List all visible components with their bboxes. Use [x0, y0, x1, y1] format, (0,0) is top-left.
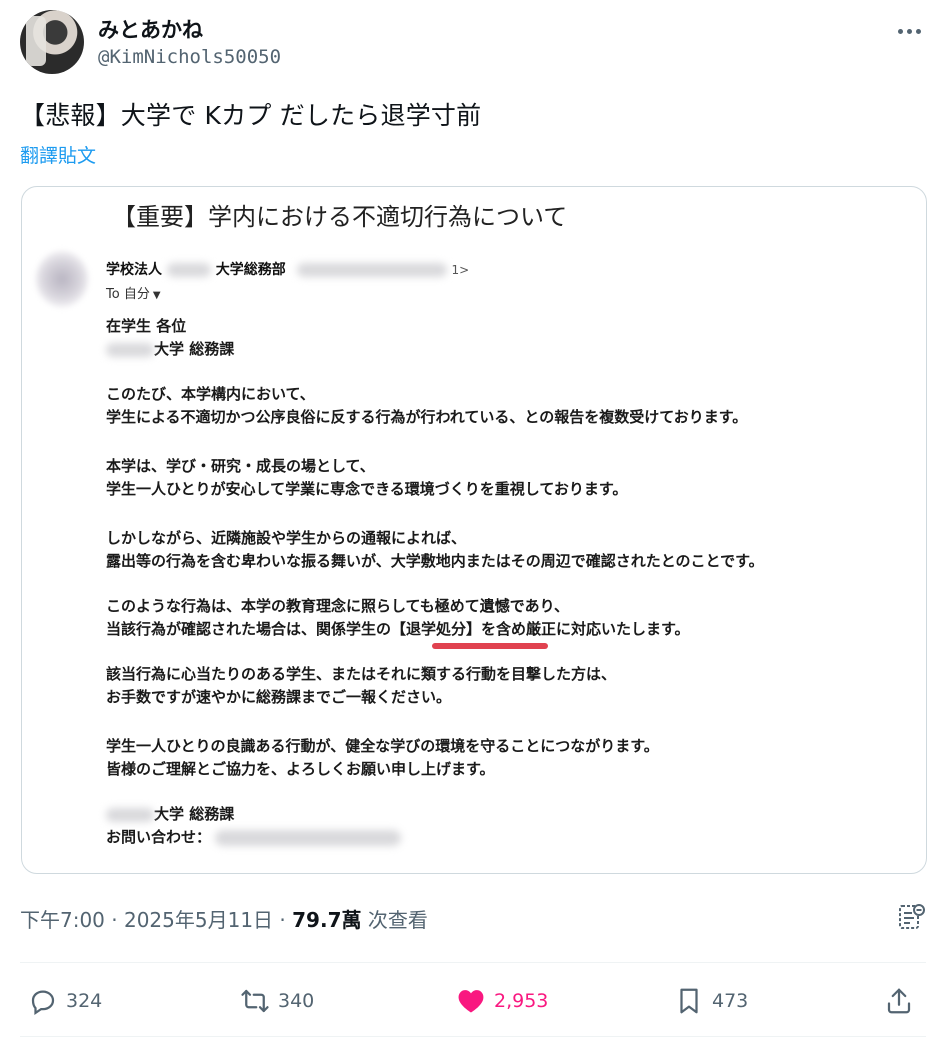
views-label: 次查看 — [361, 908, 428, 932]
email-body-line: 該当行為に心当たりのある学生、またはそれに類する行動を目撃した方は、 — [106, 665, 617, 683]
analytics-icon[interactable] — [898, 902, 926, 932]
email-body-text: 大学 総務課 — [154, 340, 235, 358]
bookmark-count: 473 — [712, 990, 749, 1012]
avatar-highlight — [26, 16, 46, 66]
translate-post-link[interactable]: 翻譯貼文 — [20, 141, 96, 168]
action-bar: 324 340 2,953 473 — [20, 980, 926, 1024]
avatar[interactable] — [20, 10, 84, 74]
email-body-line: このような行為は、本学の教育理念に照らしても極めて遺憾であり、 — [106, 597, 570, 615]
reply-button[interactable]: 324 — [28, 986, 102, 1016]
like-count: 2,953 — [494, 990, 549, 1012]
email-sender: 学校法人 大学総務部 1> — [106, 259, 469, 279]
attached-image[interactable]: 【重要】学内における不適切行為について 学校法人 大学総務部 1> To 自分 ▼… — [21, 186, 927, 874]
email-body-line: お問い合わせ： — [106, 826, 402, 847]
email-subject: 【重要】学内における不適切行為について — [112, 203, 568, 231]
tweet-meta: 下午7:00 · 2025年5月11日 · 79.7萬 次查看 — [20, 904, 428, 933]
email-body-line: 学生一人ひとりが安心して学業に専念できる環境づくりを重視しております。 — [106, 480, 628, 498]
email-body-line: 皆様のご理解とご協力を、よろしくお願い申し上げます。 — [106, 760, 495, 778]
divider — [20, 962, 926, 963]
views-count: 79.7萬 — [292, 908, 362, 932]
email-body-line: 大学 総務課 — [106, 338, 234, 359]
sender-avatar — [36, 251, 88, 307]
redacted-blur — [166, 263, 211, 277]
recipient-label: To 自分 — [106, 287, 150, 302]
more-options-button[interactable] — [894, 16, 924, 46]
email-body-line: 在学生 各位 — [106, 317, 187, 335]
red-underline-mark — [432, 643, 548, 649]
caret-down-icon: ▼ — [152, 290, 161, 301]
email-body-line: お手数ですが速やかに総務課までご一報ください。 — [106, 688, 452, 706]
more-dot-icon — [906, 28, 912, 34]
email-body-line: 学生による不適切かつ公序良俗に反する行為が行われている、との報告を複数受けており… — [106, 408, 748, 426]
sender-dept: 大学総務部 — [215, 262, 286, 278]
email-body-line: 当該行為が確認された場合は、関係学生の【退学処分】を含め厳正に対応いたします。 — [106, 620, 690, 638]
share-icon — [887, 988, 911, 1014]
email-body-text: お問い合わせ： — [106, 828, 212, 846]
sender-prefix: 学校法人 — [106, 262, 162, 278]
redacted-blur — [106, 807, 154, 822]
redacted-blur — [106, 342, 154, 357]
tweet-header: みとあかね @KimNichols50050 — [20, 10, 930, 76]
user-handle[interactable]: @KimNichols50050 — [98, 46, 281, 68]
sender-email-tail: 1> — [451, 263, 470, 277]
user-display-name[interactable]: みとあかね — [98, 14, 203, 44]
tweet-timestamp[interactable]: 下午7:00 · 2025年5月11日 · — [20, 908, 292, 932]
divider — [20, 1036, 926, 1037]
like-button[interactable]: 2,953 — [456, 986, 548, 1016]
email-body-line: このたび、本学構内において、 — [106, 385, 315, 403]
redacted-blur — [215, 829, 402, 846]
bookmark-button[interactable]: 473 — [674, 986, 748, 1016]
email-recipient: To 自分 ▼ — [106, 283, 161, 302]
reply-icon — [31, 990, 55, 1015]
email-body-line: 露出等の行為を含む卑わいな振る舞いが、大学敷地内またはその周辺で確認されたとのこ… — [106, 552, 764, 570]
redacted-blur — [296, 263, 447, 277]
email-body-line: しかしながら、近隣施設や学生からの通報によれば、 — [106, 529, 467, 547]
reply-count: 324 — [66, 990, 103, 1012]
bookmark-icon — [680, 988, 698, 1014]
email-body-line: 本学は、学び・研究・成長の場として、 — [106, 457, 375, 475]
email-body-line: 学生一人ひとりの良識ある行動が、健全な学びの環境を守ることにつながります。 — [106, 737, 659, 755]
share-button[interactable] — [884, 986, 914, 1016]
email-body-line: 大学 総務課 — [106, 803, 234, 824]
repost-count: 340 — [278, 990, 315, 1012]
more-dot-icon — [915, 28, 921, 34]
email-body-text: 大学 総務課 — [154, 805, 235, 823]
tweet-text: 【悲報】大学で Kカプ だしたら退学寸前 — [20, 101, 482, 130]
repost-icon — [241, 989, 269, 1013]
more-dot-icon — [897, 28, 903, 34]
heart-icon — [458, 990, 484, 1013]
repost-button[interactable]: 340 — [240, 986, 314, 1016]
